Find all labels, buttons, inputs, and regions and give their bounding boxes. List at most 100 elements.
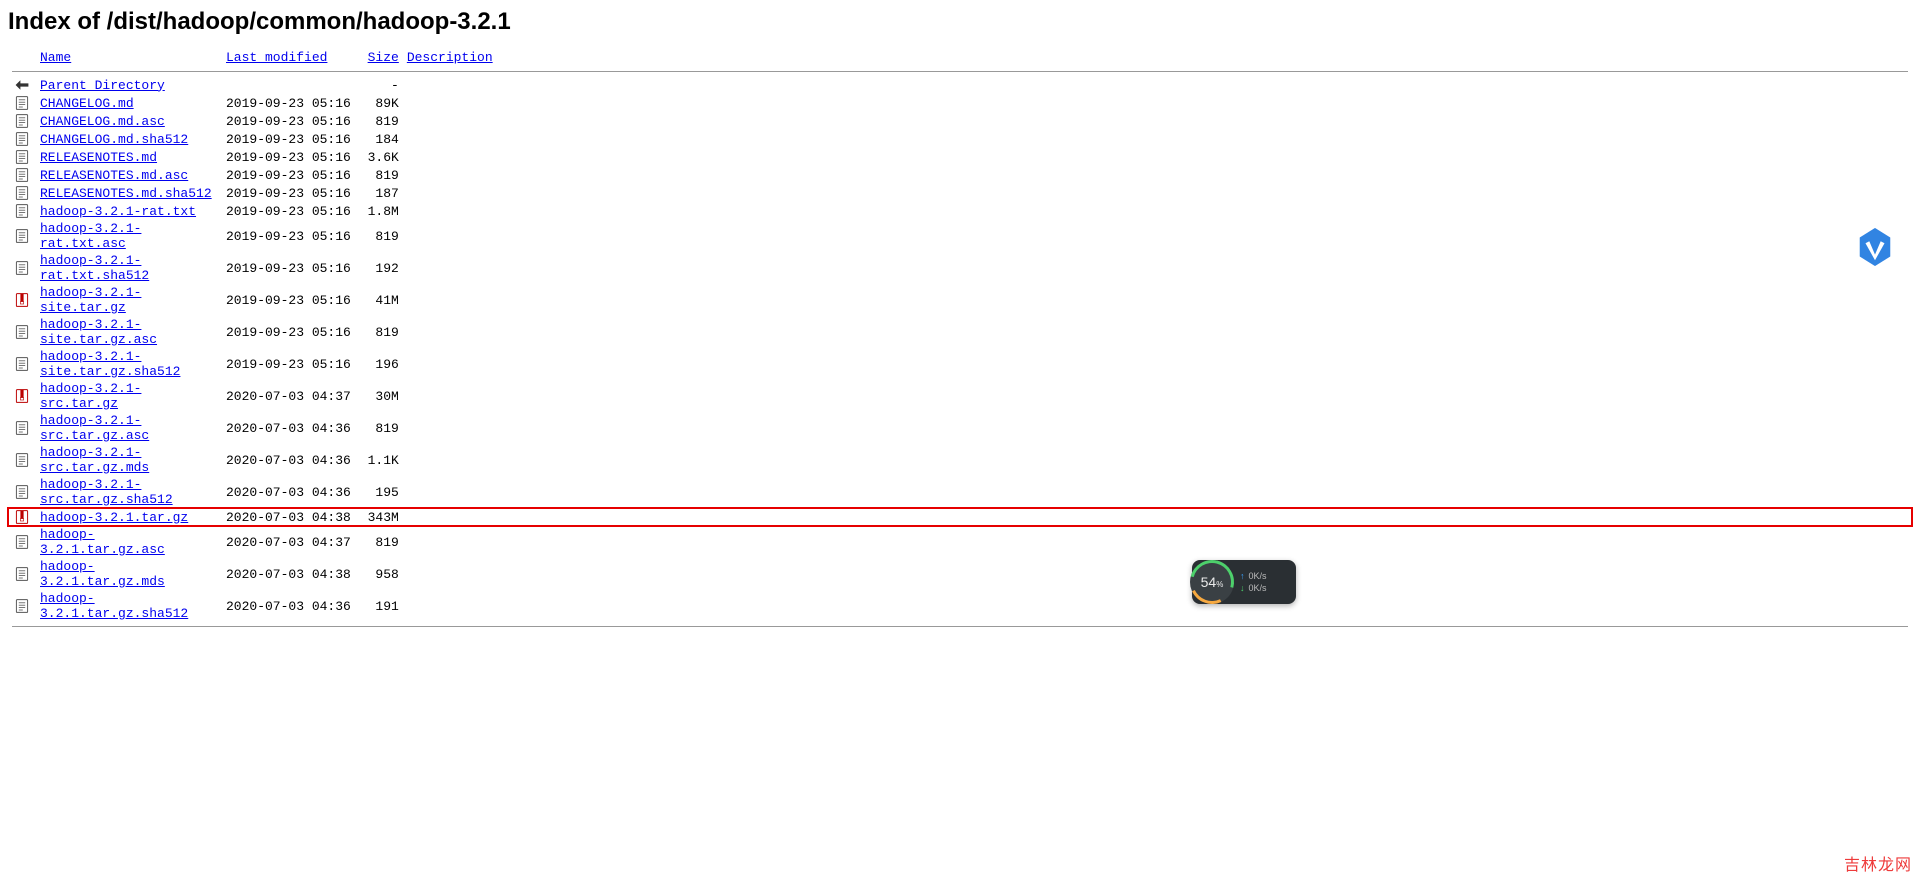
file-size: 819 <box>355 166 403 184</box>
file-row: hadoop-3.2.1-site.tar.gz2019-09-23 05:16… <box>8 284 1912 316</box>
header-description[interactable]: Description <box>407 50 493 65</box>
text-file-icon <box>14 484 30 499</box>
file-size: 184 <box>355 130 403 148</box>
file-size: 958 <box>355 558 403 590</box>
text-file-icon <box>14 420 30 435</box>
file-link[interactable]: hadoop-3.2.1.tar.gz.asc <box>40 527 165 557</box>
text-file-icon <box>14 95 30 110</box>
text-file-icon <box>14 566 30 581</box>
file-description <box>403 444 1912 476</box>
file-modified: 2019-09-23 05:16 <box>222 348 355 380</box>
file-description <box>403 94 1912 112</box>
file-description <box>403 316 1912 348</box>
file-modified: 2020-07-03 04:36 <box>222 412 355 444</box>
file-modified: 2020-07-03 04:37 <box>222 526 355 558</box>
file-description <box>403 380 1912 412</box>
file-link[interactable]: RELEASENOTES.md.sha512 <box>40 186 212 201</box>
text-file-icon <box>14 185 30 200</box>
file-row: hadoop-3.2.1.tar.gz2020-07-03 04:38343M <box>8 508 1912 526</box>
file-row: hadoop-3.2.1-site.tar.gz.asc 2019-09-23 0… <box>8 316 1912 348</box>
file-modified: 2020-07-03 04:37 <box>222 380 355 412</box>
parent-directory-link[interactable]: Parent Directory <box>40 78 165 93</box>
file-link[interactable]: hadoop-3.2.1-rat.txt.sha512 <box>40 253 149 283</box>
file-description <box>403 166 1912 184</box>
file-description <box>403 202 1912 220</box>
file-row: hadoop-3.2.1-src.tar.gz 2020-07-03 04:373… <box>8 380 1912 412</box>
parent-directory-row: Parent Directory - <box>8 76 1912 94</box>
file-description <box>403 130 1912 148</box>
file-modified: 2019-09-23 05:16 <box>222 184 355 202</box>
file-size: 187 <box>355 184 403 202</box>
file-link[interactable]: hadoop-3.2.1-src.tar.gz.asc <box>40 413 149 443</box>
file-row: hadoop-3.2.1-rat.txt.sha5122019-09-23 05… <box>8 252 1912 284</box>
file-link[interactable]: hadoop-3.2.1.tar.gz <box>40 510 188 525</box>
file-description <box>403 558 1912 590</box>
file-size: 195 <box>355 476 403 508</box>
file-row: hadoop-3.2.1-rat.txt2019-09-23 05:161.8M <box>8 202 1912 220</box>
file-description <box>403 590 1912 622</box>
text-file-icon <box>14 203 30 218</box>
file-link[interactable]: hadoop-3.2.1.tar.gz.mds <box>40 559 165 589</box>
file-link[interactable]: hadoop-3.2.1.tar.gz.sha512 <box>40 591 188 621</box>
file-link[interactable]: hadoop-3.2.1-site.tar.gz.asc <box>40 317 157 347</box>
text-file-icon <box>14 131 30 146</box>
file-link[interactable]: RELEASENOTES.md <box>40 150 157 165</box>
network-speed-widget[interactable]: 54% ↑0K/s ↓0K/s <box>1192 560 1296 604</box>
file-link[interactable]: CHANGELOG.md <box>40 96 134 111</box>
file-size: 41M <box>355 284 403 316</box>
file-size: 343M <box>355 508 403 526</box>
file-link[interactable]: hadoop-3.2.1-src.tar.gz <box>40 381 141 411</box>
watermark: 吉林龙网 <box>1844 851 1912 875</box>
file-link[interactable]: hadoop-3.2.1-rat.txt <box>40 204 196 219</box>
file-size: 819 <box>355 112 403 130</box>
file-row: hadoop-3.2.1.tar.gz.sha5122020-07-03 04:… <box>8 590 1912 622</box>
file-modified: 2020-07-03 04:38 <box>222 558 355 590</box>
file-description <box>403 148 1912 166</box>
text-file-icon <box>14 228 30 243</box>
file-modified: 2019-09-23 05:16 <box>222 220 355 252</box>
parent-size: - <box>355 76 403 94</box>
archive-icon <box>14 292 30 307</box>
back-icon <box>14 77 30 92</box>
file-row: hadoop-3.2.1-src.tar.gz.asc 2020-07-03 04… <box>8 412 1912 444</box>
download-rate: ↓0K/s <box>1240 583 1296 593</box>
file-modified: 2019-09-23 05:16 <box>222 130 355 148</box>
file-link[interactable]: CHANGELOG.md.asc <box>40 114 165 129</box>
file-size: 3.6K <box>355 148 403 166</box>
archive-icon <box>14 388 30 403</box>
file-size: 30M <box>355 380 403 412</box>
directory-listing: Name Last modified Size Description Pare… <box>8 48 1912 631</box>
file-link[interactable]: hadoop-3.2.1-site.tar.gz <box>40 285 141 315</box>
file-link[interactable]: hadoop-3.2.1-src.tar.gz.mds <box>40 445 149 475</box>
archive-icon <box>14 509 30 524</box>
file-row: hadoop-3.2.1-rat.txt.asc 2019-09-23 05:16… <box>8 220 1912 252</box>
file-modified: 2019-09-23 05:16 <box>222 112 355 130</box>
file-link[interactable]: hadoop-3.2.1-src.tar.gz.sha512 <box>40 477 173 507</box>
file-link[interactable]: RELEASENOTES.md.asc <box>40 168 188 183</box>
file-row: RELEASENOTES.md.asc 2019-09-23 05:16819 <box>8 166 1912 184</box>
file-modified: 2019-09-23 05:16 <box>222 94 355 112</box>
file-row: hadoop-3.2.1-src.tar.gz.mds2020-07-03 04… <box>8 444 1912 476</box>
file-link[interactable]: CHANGELOG.md.sha512 <box>40 132 188 147</box>
file-row: hadoop-3.2.1-site.tar.gz.sha512 2019-09-2… <box>8 348 1912 380</box>
header-last-modified[interactable]: Last modified <box>226 50 327 65</box>
file-size: 819 <box>355 526 403 558</box>
file-modified: 2019-09-23 05:16 <box>222 166 355 184</box>
file-row: hadoop-3.2.1.tar.gz.mds 2020-07-03 04:389… <box>8 558 1912 590</box>
text-file-icon <box>14 324 30 339</box>
file-description <box>403 412 1912 444</box>
file-description <box>403 220 1912 252</box>
header-size[interactable]: Size <box>368 50 399 65</box>
text-file-icon <box>14 113 30 128</box>
file-description <box>403 348 1912 380</box>
header-name[interactable]: Name <box>40 50 71 65</box>
download-manager-icon[interactable] <box>1856 226 1894 268</box>
text-file-icon <box>14 149 30 164</box>
file-description <box>403 526 1912 558</box>
file-size: 192 <box>355 252 403 284</box>
file-link[interactable]: hadoop-3.2.1-site.tar.gz.sha512 <box>40 349 180 379</box>
file-link[interactable]: hadoop-3.2.1-rat.txt.asc <box>40 221 141 251</box>
file-row: hadoop-3.2.1-src.tar.gz.sha5122020-07-03… <box>8 476 1912 508</box>
file-row: CHANGELOG.md2019-09-23 05:1689K <box>8 94 1912 112</box>
file-modified: 2019-09-23 05:16 <box>222 316 355 348</box>
